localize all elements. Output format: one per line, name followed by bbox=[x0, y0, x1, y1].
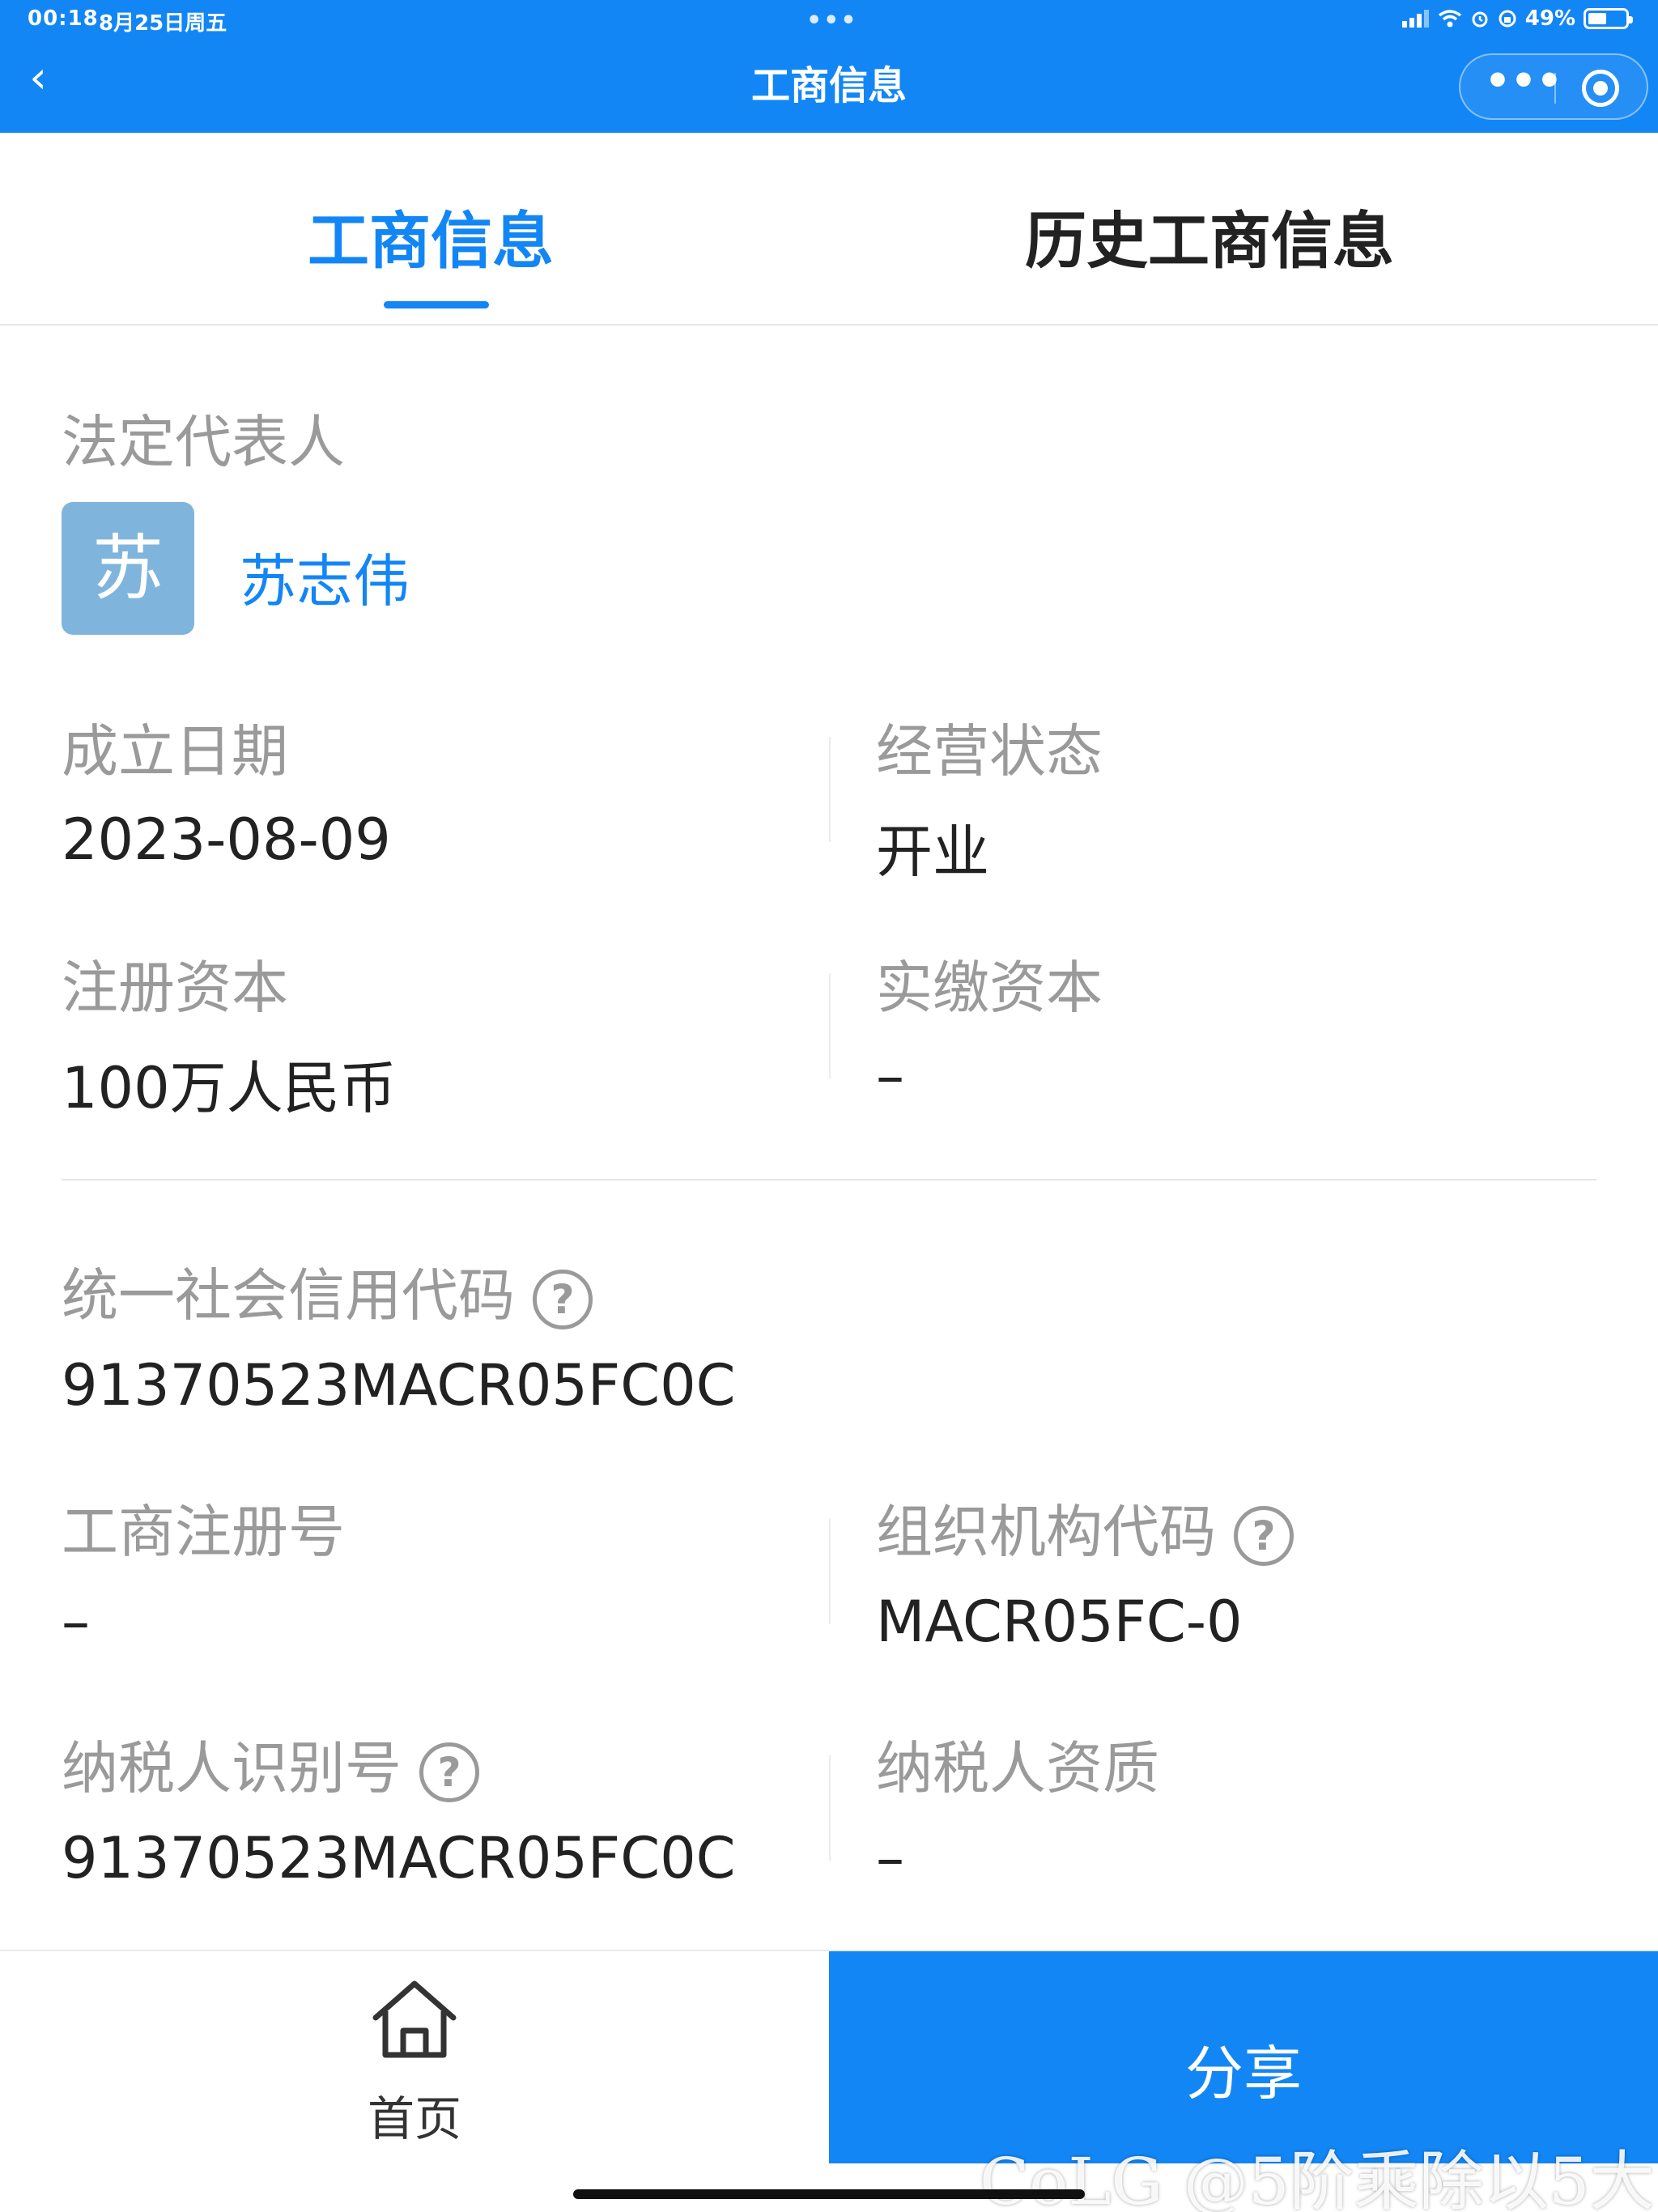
home-indicator bbox=[573, 2189, 1085, 2199]
tab-history-business-info[interactable]: 历史工商信息 bbox=[1025, 191, 1394, 280]
column-divider bbox=[829, 1519, 831, 1624]
taxpayer-qual-label: 纳税人资质 bbox=[876, 1735, 1159, 1802]
column-divider bbox=[829, 1755, 831, 1861]
established-value: 2023-08-09 bbox=[62, 806, 391, 873]
credit-code-value: 91370523MACR05FC0C bbox=[62, 1352, 736, 1419]
battery-percent: 49% bbox=[1524, 6, 1575, 31]
tab-active-indicator bbox=[384, 301, 489, 308]
help-icon[interactable]: ? bbox=[1234, 1505, 1294, 1566]
paid-capital-value: – bbox=[876, 1043, 904, 1109]
org-code-label: 组织机构代码? bbox=[876, 1487, 1294, 1568]
capsule-divider bbox=[1554, 73, 1556, 104]
registered-capital-label: 注册资本 bbox=[62, 955, 288, 1021]
battery-fill bbox=[1588, 13, 1606, 24]
column-divider bbox=[829, 737, 831, 842]
status-value: 开业 bbox=[876, 819, 989, 885]
help-icon[interactable]: ? bbox=[419, 1742, 479, 1802]
status-indicators: 49% bbox=[1401, 6, 1633, 31]
tab-business-info[interactable]: 工商信息 bbox=[308, 191, 554, 280]
credit-code-label: 统一社会信用代码? bbox=[62, 1250, 593, 1332]
established-label: 成立日期 bbox=[62, 718, 288, 785]
avatar[interactable]: 苏 bbox=[62, 502, 194, 635]
column-divider bbox=[829, 973, 831, 1078]
multitask-dots-icon[interactable]: ••• bbox=[806, 6, 858, 35]
wifi-icon bbox=[1438, 10, 1461, 28]
close-miniprogram-icon[interactable] bbox=[1582, 70, 1619, 107]
status-date: 8月25日周五 bbox=[99, 11, 227, 36]
home-label: 首页 bbox=[367, 2091, 461, 2146]
taxpayer-id-label-text: 纳税人识别号 bbox=[62, 1735, 402, 1802]
legal-rep-name-link[interactable]: 苏志伟 bbox=[240, 536, 410, 618]
miniprogram-capsule: ••• bbox=[1459, 53, 1648, 120]
credit-code-label-text: 统一社会信用代码 bbox=[62, 1262, 515, 1329]
signal-icon bbox=[1401, 10, 1429, 28]
page-title: 工商信息 bbox=[750, 63, 907, 108]
org-code-label-text: 组织机构代码 bbox=[876, 1499, 1216, 1565]
home-icon bbox=[372, 1980, 457, 2058]
more-menu-icon[interactable]: ••• bbox=[1485, 61, 1562, 108]
org-code-value: MACR05FC-0 bbox=[876, 1589, 1243, 1655]
status-label: 经营状态 bbox=[876, 718, 1103, 785]
alarm-icon bbox=[1472, 11, 1488, 28]
legal-rep-label: 法定代表人 bbox=[62, 409, 345, 475]
taxpayer-qual-value: – bbox=[876, 1825, 904, 1891]
battery-icon bbox=[1584, 8, 1633, 29]
taxpayer-id-label: 纳税人识别号? bbox=[62, 1723, 479, 1805]
help-icon[interactable]: ? bbox=[533, 1269, 593, 1329]
orientation-lock-icon bbox=[1499, 10, 1516, 28]
watermark: CoLG @5阶乘除以5大 bbox=[980, 2144, 1655, 2212]
tab-bar: 工商信息 历史工商信息 bbox=[0, 133, 1658, 325]
registered-capital-value: 100万人民币 bbox=[62, 1055, 397, 1121]
status-time: 00:18 bbox=[28, 6, 99, 31]
reg-number-value: – bbox=[62, 1589, 90, 1655]
home-button[interactable]: 首页 bbox=[0, 1951, 829, 2163]
taxpayer-id-value: 91370523MACR05FC0C bbox=[62, 1825, 736, 1891]
app-root: 00:18 8月25日周五 ••• 49% ‹ 工商信息 ••• 工商信息 历史… bbox=[0, 0, 1658, 2212]
share-label: 分享 bbox=[1184, 2040, 1302, 2108]
section-divider bbox=[62, 1179, 1596, 1180]
top-bar: 00:18 8月25日周五 ••• 49% ‹ 工商信息 ••• bbox=[0, 0, 1658, 133]
reg-number-label: 工商注册号 bbox=[62, 1499, 345, 1565]
paid-capital-label: 实缴资本 bbox=[876, 955, 1103, 1021]
